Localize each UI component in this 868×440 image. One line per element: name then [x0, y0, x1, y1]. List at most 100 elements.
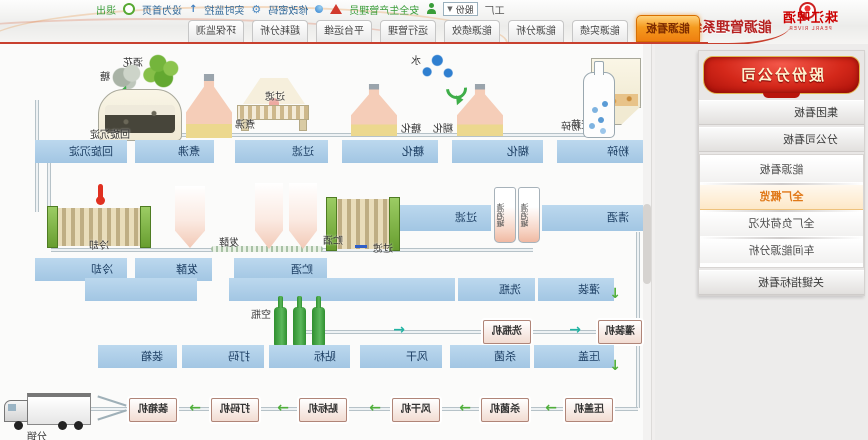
labeling-machine: 贴标机: [299, 398, 347, 422]
tab-energy-actual[interactable]: 能源实绩: [572, 20, 628, 42]
stage-box-filtration: 过滤: [399, 205, 491, 231]
storage-tank: [289, 183, 317, 249]
flow-arrow: →: [545, 402, 557, 414]
flow-arrow: →: [369, 402, 381, 414]
main-tab-bar: 能源看板 能源实绩 能源分析 能源绩效 运行管理 平台运维 超耗分析 环保监测: [188, 16, 700, 42]
distribution-label: 分销: [27, 428, 47, 440]
stage-box-air-dry: 风干: [360, 345, 442, 368]
filling-machine: 灌装机: [598, 320, 642, 344]
header-red-curve: [694, 26, 790, 44]
ferment-label: 发酵: [219, 234, 239, 249]
hops-icon: [142, 54, 182, 90]
factory-select[interactable]: 股份 ▼: [443, 2, 477, 16]
process-flow-canvas: 麦芽 粉碎 水 糊化 糖化 过滤 煮沸 酒花 糖 回旋沉淀 粉碎 糊化 糖化 过…: [0, 44, 643, 440]
storage-tank: [255, 183, 283, 249]
lauter-leg: [299, 119, 307, 131]
flow-arrow: →: [277, 402, 289, 414]
tab-overuse-analysis[interactable]: 超耗分析: [252, 20, 308, 42]
user-icon: [426, 3, 436, 15]
stage-box-pasteurize: 杀菌: [450, 345, 530, 368]
stage-box-filling: 灌装: [538, 278, 614, 301]
logout-link[interactable]: 退出: [96, 2, 116, 17]
fermenter-tank: [175, 186, 205, 248]
set-homepage-link[interactable]: 设为首页: [142, 2, 182, 17]
tab-platform-ops[interactable]: 平台运维: [316, 20, 372, 42]
water-drops-icon: [421, 52, 455, 82]
sidebar-submenu: 能源看板 全厂概览 全厂负荷状况 车间能源分析: [699, 154, 864, 268]
company-name-en: PEARL RIVER: [782, 24, 838, 35]
exchanger-end-plate: [47, 206, 58, 248]
truck-wheel: [58, 421, 67, 430]
set-homepage-icon: ↑: [189, 4, 197, 15]
brand-block: 珠江啤酒 PEARL RIVER: [782, 13, 838, 35]
pipe: [47, 163, 51, 211]
filtration-label: 过滤: [373, 240, 393, 255]
flow-down-arrow: ↓: [609, 288, 621, 300]
stage-box-saccharification: 糖化: [342, 140, 438, 163]
alarm-warning-icon[interactable]: [330, 4, 342, 14]
bottle-washing-machine: 洗瓶机: [483, 320, 531, 344]
stage-box-coding: 打码: [182, 345, 264, 368]
lauter-label: 过滤: [265, 88, 285, 103]
sidebar-item-group-dashboard[interactable]: 集团看板: [699, 100, 864, 125]
tab-operation-mgmt[interactable]: 运行管理: [380, 20, 436, 42]
change-password-link[interactable]: 修改密码: [268, 2, 308, 17]
saccharification-kettle: [351, 84, 397, 136]
stage-box-unlabeled: [229, 278, 455, 301]
water-label: 水: [411, 52, 421, 67]
stage-box-whirlpool: 回旋沉淀: [35, 140, 127, 163]
whirlpool-label: 回旋沉淀: [90, 126, 130, 141]
factory-label: 工厂: [485, 2, 505, 17]
vertical-scrollbar[interactable]: [642, 44, 652, 440]
stage-box-crush: 粉碎: [557, 140, 643, 163]
storage-label: 贮酒: [323, 232, 343, 247]
flow-down-arrow: ↓: [609, 360, 621, 372]
sidebar-banner: 股份分公司: [703, 56, 860, 94]
stage-box-casing: 装箱: [98, 345, 177, 368]
boil-kettle: [186, 74, 232, 138]
bottle-icon: [312, 307, 325, 347]
tab-environment-monitor[interactable]: 环保监测: [188, 20, 244, 42]
casing-machine: 装箱机: [129, 398, 177, 422]
exchanger-end-plate: [140, 206, 151, 248]
stage-box-bright-beer: 清酒: [542, 205, 643, 231]
flow-arrow: ←: [569, 324, 581, 336]
flow-arrow: →: [459, 402, 471, 414]
pipe: [636, 340, 640, 408]
sidebar: 股份分公司 集团看板 分公司看板 能源看板 全厂概览 全厂负荷状况 车间能源分析…: [655, 44, 868, 440]
sidebar-item-plant-overview[interactable]: 全厂概览: [700, 185, 863, 210]
gelatinization-label: 糊化: [433, 120, 453, 135]
logout-icon: [123, 3, 135, 15]
tab-energy-analysis[interactable]: 能源分析: [508, 20, 564, 42]
flow-arrow: →: [189, 402, 201, 414]
bright-beer-tank: 清酒罐: [518, 187, 540, 243]
mill-vessel: [583, 72, 615, 138]
flow-arrow: ←: [393, 324, 405, 336]
sugar-lump-icon: [111, 62, 143, 90]
realtime-monitor-link[interactable]: 实时监控: [204, 2, 244, 17]
factory-select-value: 股份: [456, 3, 474, 16]
sidebar-item-energy-dashboard[interactable]: 能源看板: [700, 158, 863, 183]
sidebar-item-plant-load[interactable]: 全厂负荷状况: [700, 212, 863, 237]
boil-label: 煮沸: [235, 116, 255, 131]
scrollbar-thumb[interactable]: [643, 204, 651, 284]
password-icon: [315, 5, 323, 13]
truck-wheel: [74, 421, 83, 430]
sidebar-panel: 股份分公司 集团看板 分公司看板 能源看板 全厂概览 全厂负荷状况 车间能源分析…: [698, 50, 865, 296]
blue-tick: [355, 245, 367, 248]
air-drying-machine: 风干机: [392, 398, 440, 422]
distribution-truck: [0, 385, 91, 433]
thermometer-icon: [98, 184, 103, 199]
conveyor-line: [303, 330, 603, 334]
fork-pipe: [97, 395, 126, 406]
sidebar-item-workshop-analysis[interactable]: 车间能源分析: [700, 239, 863, 264]
sidebar-item-branch-dashboard[interactable]: 分公司看板: [699, 127, 864, 152]
chevron-down-icon: ▼: [447, 5, 452, 13]
tab-energy-dashboard[interactable]: 能源看板: [636, 15, 700, 42]
gear-icon: ⚙: [251, 3, 261, 16]
stage-box-bottle-wash: 洗瓶: [458, 278, 535, 301]
energy-dashboard-app: 珠江啤酒 PEARL RIVER 能源管理系统 工厂 股份 ▼ 安全生产管理员 …: [0, 0, 868, 440]
capping-machine: 压盖机: [565, 398, 613, 422]
tab-energy-performance[interactable]: 能源绩效: [444, 20, 500, 42]
sidebar-item-kpi-dashboard[interactable]: 关键指标看板: [699, 270, 864, 295]
